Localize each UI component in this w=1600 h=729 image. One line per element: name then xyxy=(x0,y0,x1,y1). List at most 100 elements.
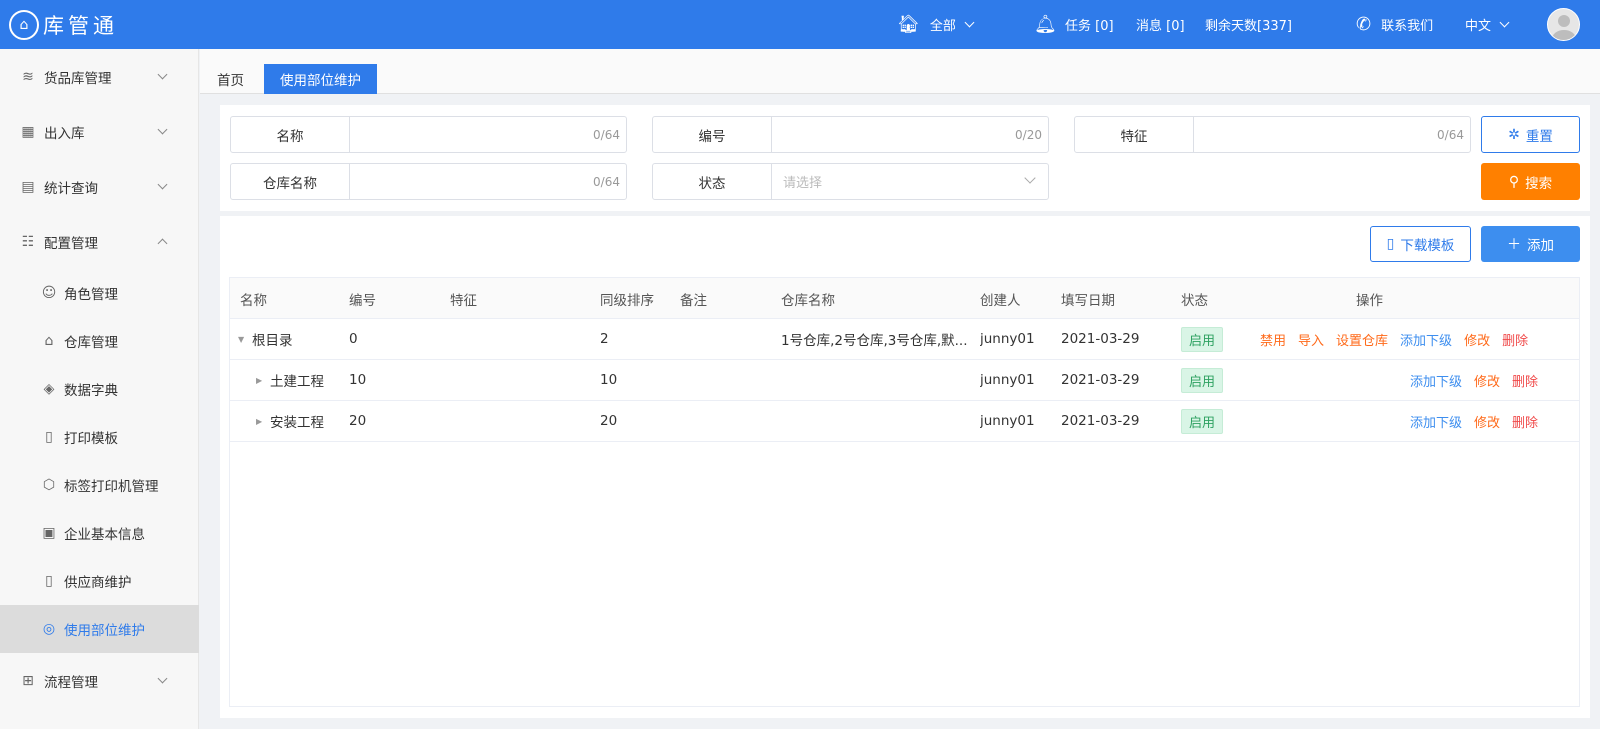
sidebar-item-print-templates[interactable]: ▯ 打印模板 xyxy=(0,413,199,461)
days-left-text: 剩余天数[337] xyxy=(1205,19,1292,34)
disable-link[interactable]: 禁用 xyxy=(1260,330,1286,349)
chevron-down-icon xyxy=(1024,172,1036,184)
sidebar-group-label: 配置管理 xyxy=(44,235,98,252)
sidebar-group-workflow[interactable]: ⊞ 流程管理 xyxy=(0,653,199,708)
status-select[interactable]: 请选择 xyxy=(772,164,1048,199)
table-header: 名称 编号 特征 同级排序 备注 仓库名称 创建人 填写日期 状态 操作 xyxy=(230,278,1579,319)
delete-link[interactable]: 删除 xyxy=(1512,412,1538,431)
file-search-icon: ▯ xyxy=(45,573,53,589)
sidebar-item-label: 使用部位维护 xyxy=(64,623,145,639)
boxes-icon: ▦ xyxy=(21,123,35,140)
set-warehouse-link[interactable]: 设置仓库 xyxy=(1336,330,1388,349)
caret-right-icon[interactable]: ▶ xyxy=(256,417,270,426)
chevron-down-icon xyxy=(157,124,168,135)
status-badge: 启用 xyxy=(1181,326,1224,352)
feature-label: 特征 xyxy=(1075,117,1194,152)
chevron-down-icon xyxy=(1499,17,1510,28)
search-label: 搜索 xyxy=(1525,175,1553,192)
sidebar-group-label: 货品库管理 xyxy=(44,70,112,87)
cell-date: 2021-03-29 xyxy=(1061,331,1140,347)
sidebar-item-dictionary[interactable]: ◈ 数据字典 xyxy=(0,365,199,413)
sidebar-group-statistics[interactable]: ▤ 统计查询 xyxy=(0,159,199,214)
avatar[interactable] xyxy=(1547,8,1580,41)
warehouse-input[interactable]: 0/64 xyxy=(350,164,626,199)
sidebar-group-label: 流程管理 xyxy=(44,674,98,691)
delete-link[interactable]: 删除 xyxy=(1502,330,1528,349)
app-logo[interactable]: ⌂ 库管通 xyxy=(0,9,200,40)
col-header-feature: 特征 xyxy=(450,292,477,309)
col-header-code: 编号 xyxy=(349,292,376,309)
cell-sort: 2 xyxy=(600,331,609,347)
caret-right-icon[interactable]: ▶ xyxy=(256,376,270,385)
sidebar-item-warehouses[interactable]: ⌂ 仓库管理 xyxy=(0,317,199,365)
sidebar-group-label: 统计查询 xyxy=(44,180,98,197)
cell-sort: 10 xyxy=(600,372,618,388)
sidebar-group-in-out[interactable]: ▦ 出入库 xyxy=(0,104,199,159)
col-header-sort: 同级排序 xyxy=(600,292,654,309)
sidebar-item-company-info[interactable]: ▣ 企业基本信息 xyxy=(0,509,199,557)
sidebar-item-label: 企业基本信息 xyxy=(64,527,145,543)
feature-field: 特征 0/64 xyxy=(1074,116,1471,153)
house-icon: ⌂ xyxy=(44,333,54,349)
download-template-button[interactable]: ▯ 下载模板 xyxy=(1370,226,1471,262)
search-icon: ⚲ xyxy=(1508,173,1520,190)
contact-us-link[interactable]: ✆ 联系我们 xyxy=(1356,0,1433,49)
cell-creator: junny01 xyxy=(980,413,1035,429)
feature-input[interactable]: 0/64 xyxy=(1194,117,1470,152)
cell-warehouse xyxy=(781,360,971,400)
cell-sort: 20 xyxy=(600,413,618,429)
top-header: ⌂ 库管通 🏠︎ 全部 🔔︎ 任务 [0] 消息 [0] 剩余天数[337] ✆… xyxy=(0,0,1600,49)
add-child-link[interactable]: 添加下级 xyxy=(1400,330,1452,349)
sidebar-group-inventory[interactable]: ≋ 货品库管理 xyxy=(0,49,199,104)
chevron-down-icon xyxy=(157,179,168,190)
warehouse-field: 仓库名称 0/64 xyxy=(230,163,627,200)
messages-link[interactable]: 消息 [0] xyxy=(1136,0,1185,49)
col-header-status: 状态 xyxy=(1181,292,1208,309)
chevron-down-icon xyxy=(157,69,168,80)
tab-usage-location[interactable]: 使用部位维护 xyxy=(264,64,377,94)
table-row: ▶ 安装工程 20 20 junny01 2021-03-29 启用 添加下级 … xyxy=(230,401,1579,442)
sidebar-item-label: 供应商维护 xyxy=(64,575,132,591)
bell-icon: 🔔︎ xyxy=(1034,14,1057,35)
caret-down-icon[interactable]: ▼ xyxy=(238,335,252,344)
name-field: 名称 0/64 xyxy=(230,116,627,153)
sidebar-item-usage-location[interactable]: ◎ 使用部位维护 xyxy=(0,605,199,653)
col-header-remark: 备注 xyxy=(680,292,707,309)
code-field: 编号 0/20 xyxy=(652,116,1049,153)
sidebar-group-config[interactable]: ☷ 配置管理 xyxy=(0,214,199,269)
add-button[interactable]: ＋ 添加 xyxy=(1481,226,1580,262)
search-button[interactable]: ⚲ 搜索 xyxy=(1481,163,1580,200)
tab-home[interactable]: 首页 xyxy=(217,64,244,94)
reset-button[interactable]: ✲ 重置 xyxy=(1481,116,1580,153)
sidebar-item-label: 角色管理 xyxy=(64,287,118,303)
cell-name: 根目录 xyxy=(252,333,293,349)
import-link[interactable]: 导入 xyxy=(1298,330,1324,349)
cell-code: 20 xyxy=(349,413,367,429)
calendar-icon: ▣ xyxy=(42,525,56,541)
name-input[interactable]: 0/64 xyxy=(350,117,626,152)
cell-warehouse xyxy=(781,401,971,441)
name-counter: 0/64 xyxy=(593,127,620,142)
col-header-actions: 操作 xyxy=(1356,292,1383,309)
table-row: ▶ 土建工程 10 10 junny01 2021-03-29 启用 添加下级 … xyxy=(230,360,1579,401)
col-header-creator: 创建人 xyxy=(980,292,1021,309)
edit-link[interactable]: 修改 xyxy=(1474,412,1500,431)
database-icon: ≋ xyxy=(22,68,34,85)
delete-link[interactable]: 删除 xyxy=(1512,371,1538,390)
tasks-link[interactable]: 任务 [0] xyxy=(1065,0,1114,49)
notifications[interactable]: 🔔︎ xyxy=(1034,0,1067,49)
edit-link[interactable]: 修改 xyxy=(1464,330,1490,349)
sidebar-item-label: 仓库管理 xyxy=(64,335,118,351)
language-dropdown[interactable]: 中文 xyxy=(1465,0,1510,49)
add-child-link[interactable]: 添加下级 xyxy=(1410,371,1462,390)
status-badge: 启用 xyxy=(1181,408,1224,434)
sidebar-item-suppliers[interactable]: ▯ 供应商维护 xyxy=(0,557,199,605)
sidebar-item-label-printers[interactable]: ⬡ 标签打印机管理 xyxy=(0,461,199,509)
scope-dropdown[interactable]: 🏠︎ 全部 xyxy=(897,0,975,49)
edit-link[interactable]: 修改 xyxy=(1474,371,1500,390)
plus-icon: ＋ xyxy=(1507,237,1521,253)
code-input[interactable]: 0/20 xyxy=(772,117,1048,152)
sidebar-item-roles[interactable]: ☺ 角色管理 xyxy=(0,269,199,317)
sidebar: ≋ 货品库管理 ▦ 出入库 ▤ 统计查询 ☷ 配置管理 ☺ 角色管理 ⌂ 仓库管… xyxy=(0,49,199,729)
add-child-link[interactable]: 添加下级 xyxy=(1410,412,1462,431)
